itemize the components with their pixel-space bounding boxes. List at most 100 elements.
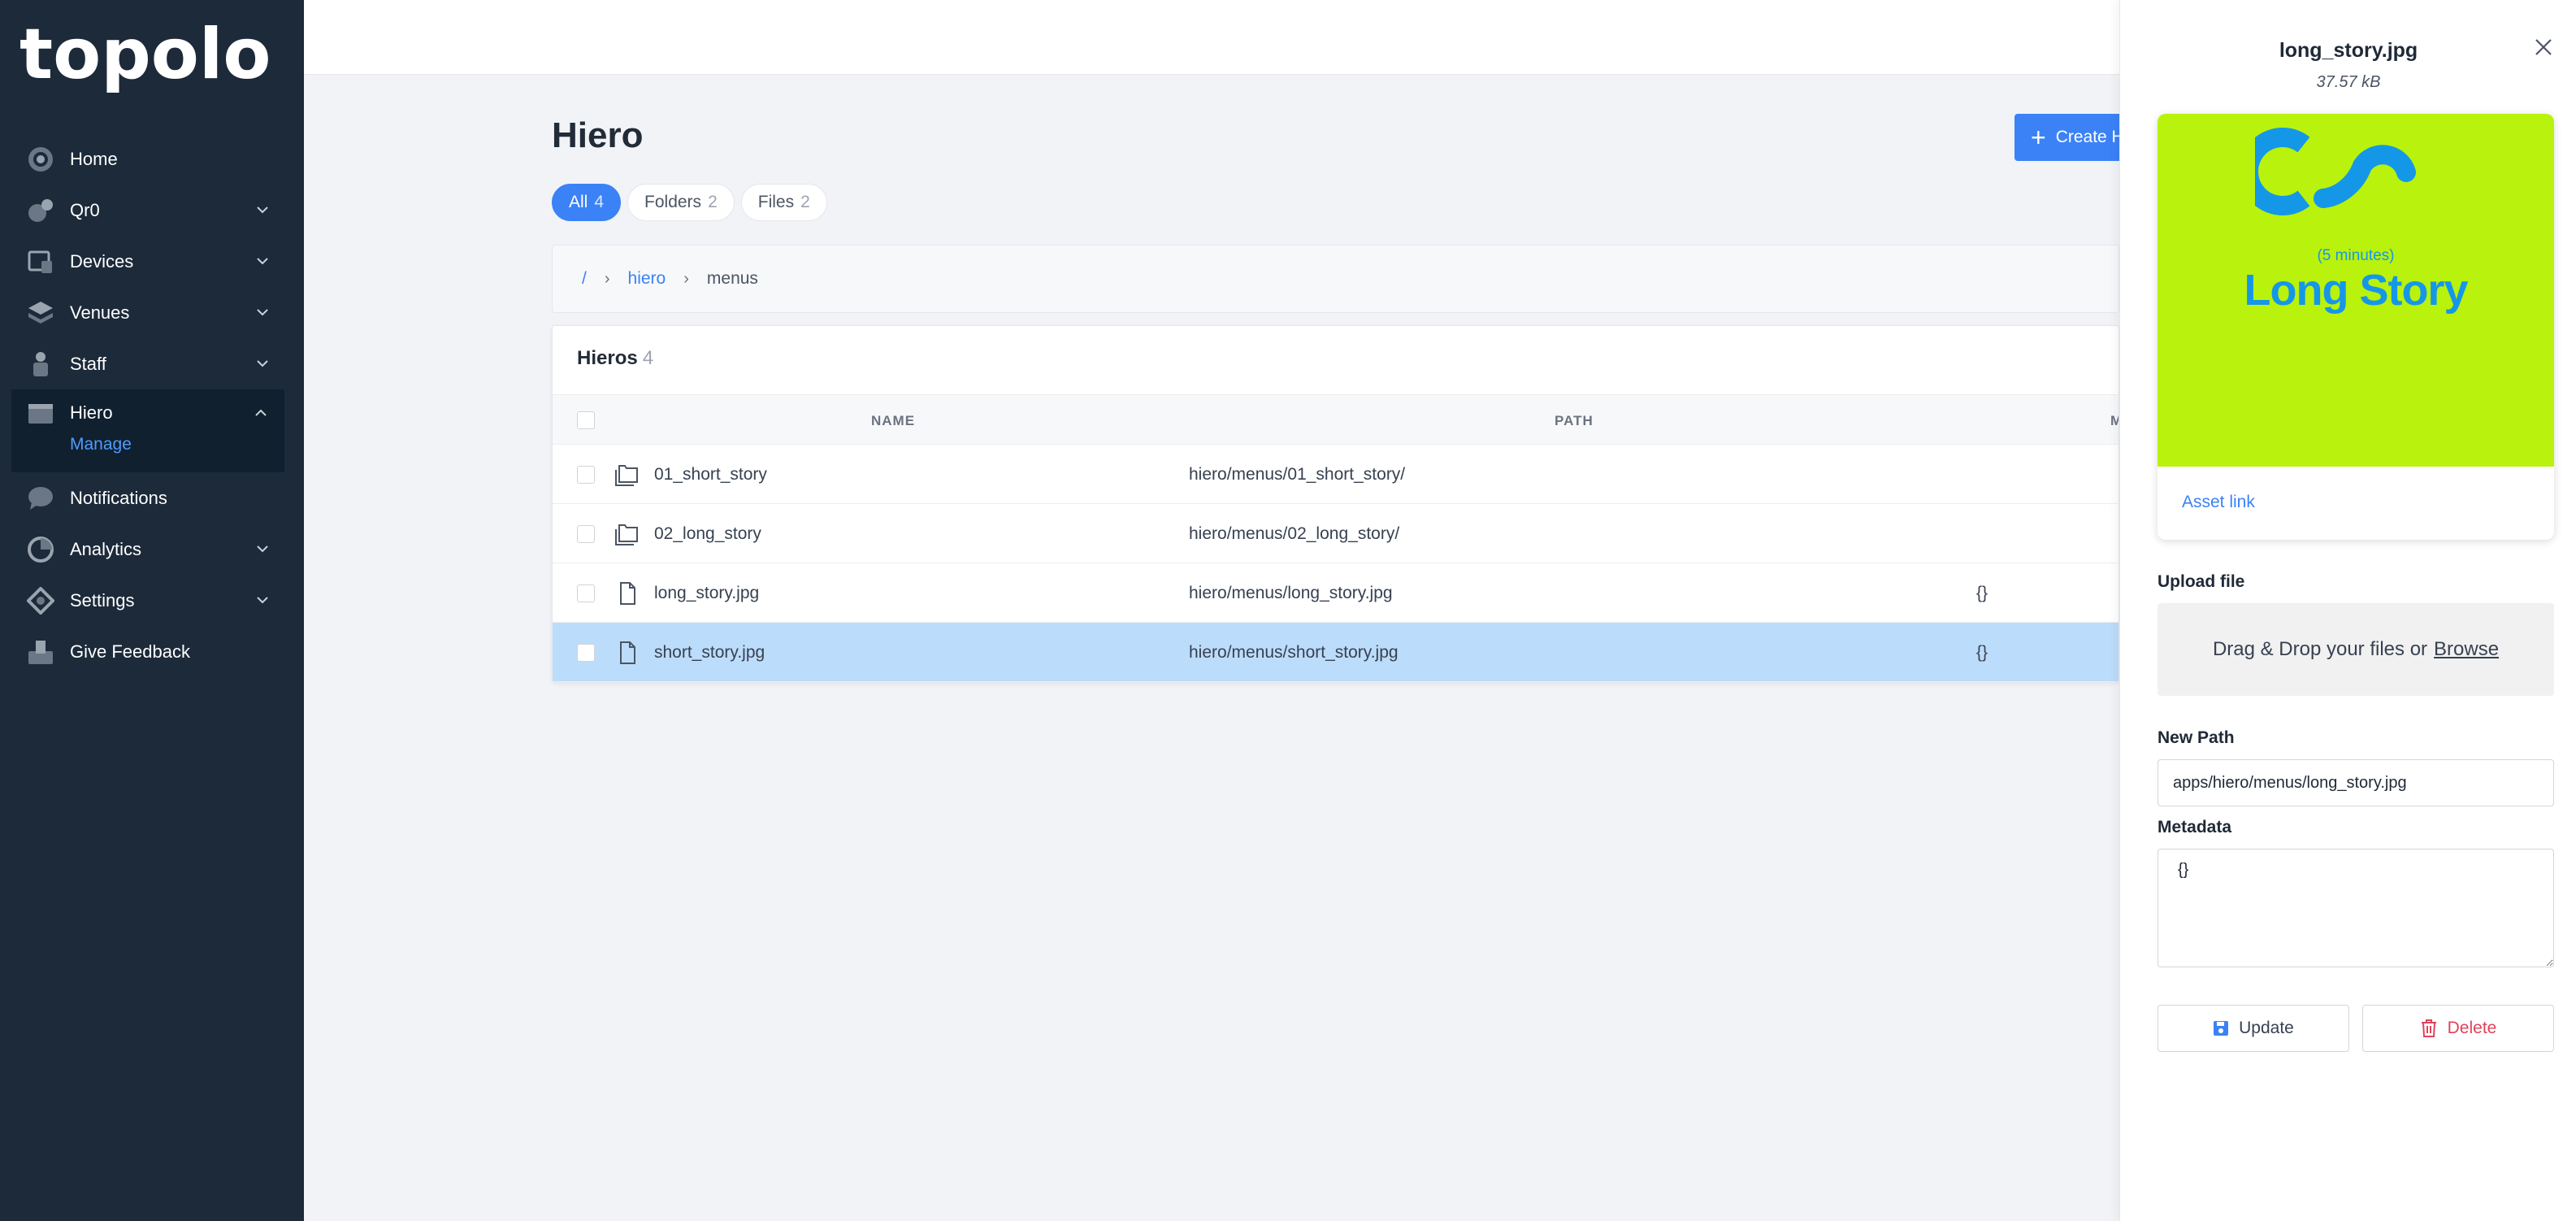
row-name: 01_short_story	[654, 465, 767, 484]
row-path: hiero/menus/02_long_story/	[1189, 524, 1400, 543]
close-icon[interactable]	[2532, 36, 2555, 59]
preview-card: (5 minutes) Long Story Asset link	[2158, 114, 2554, 540]
table-count: 4	[642, 347, 654, 369]
topolo-logo[interactable]: topolo	[20, 20, 280, 93]
preview-subtitle: (5 minutes)	[2317, 247, 2395, 264]
file-detail-drawer: long_story.jpg 37.57 kB (5 minutes) Long…	[2119, 0, 2576, 1221]
table-row[interactable]: short_story.jpg hiero/menus/short_story.…	[553, 623, 2118, 682]
sidebar-item-hiero[interactable]: Hiero	[11, 389, 284, 437]
asset-link[interactable]: Asset link	[2182, 493, 2255, 512]
update-label: Update	[2239, 1019, 2294, 1037]
select-all-checkbox[interactable]	[577, 411, 595, 429]
breadcrumb-current: menus	[706, 269, 758, 288]
table-row[interactable]: long_story.jpg hiero/menus/long_story.jp…	[553, 563, 2118, 623]
sidebar-item-devices[interactable]: Devices	[0, 236, 304, 287]
filter-label: All	[569, 193, 588, 211]
file-icon	[620, 641, 635, 664]
sidebar-item-label: Analytics	[70, 538, 142, 559]
sidebar-item-label: Staff	[70, 353, 106, 374]
row-path: hiero/menus/short_story.jpg	[1189, 643, 1399, 662]
sidebar-item-label: Qr0	[70, 199, 100, 220]
staff-icon	[26, 350, 55, 379]
row-name: short_story.jpg	[654, 643, 765, 662]
row-checkbox[interactable]	[577, 644, 595, 662]
breadcrumb: / › hiero › menus	[552, 245, 2119, 313]
update-button[interactable]: Update	[2158, 1005, 2349, 1052]
filter-folders[interactable]: Folders 2	[627, 184, 735, 221]
breadcrumb-root[interactable]: /	[582, 269, 587, 289]
sidebar-subitem-manage[interactable]: Manage	[70, 435, 132, 454]
filter-all[interactable]: All 4	[552, 184, 622, 221]
top-bar	[304, 0, 2119, 75]
sidebar-item-venues[interactable]: Venues	[0, 287, 304, 338]
row-metadata: {}	[1976, 643, 1988, 662]
sidebar-nav: Home Qr0 Devices Venues Staff Hiero Mana…	[0, 133, 304, 677]
long-story-logo-graphic	[2255, 128, 2416, 215]
folder-icon	[615, 465, 638, 486]
file-icon	[620, 582, 635, 605]
table-row[interactable]: 01_short_story hiero/menus/01_short_stor…	[553, 445, 2118, 504]
save-icon	[2214, 1021, 2229, 1036]
file-dropzone[interactable]: Drag & Drop your files or Browse	[2158, 603, 2554, 696]
row-name: 02_long_story	[654, 524, 761, 543]
chevron-down-icon	[257, 597, 268, 604]
sidebar-item-home[interactable]: Home	[0, 133, 304, 185]
browse-link[interactable]: Browse	[2434, 638, 2499, 661]
sidebar-group-hiero: Hiero Manage	[11, 389, 284, 472]
trash-icon	[2421, 1019, 2436, 1037]
filter-files[interactable]: Files 2	[740, 184, 827, 221]
sidebar-item-analytics[interactable]: Analytics	[0, 524, 304, 575]
analytics-icon	[26, 535, 55, 564]
row-checkbox[interactable]	[577, 466, 595, 484]
upload-file-label: Upload file	[2158, 572, 2245, 591]
chevron-down-icon	[257, 360, 268, 367]
create-button-label: Create H	[2055, 128, 2124, 146]
drawer-file-name: long_story.jpg	[2279, 39, 2418, 62]
table-title-text: Hieros	[577, 347, 638, 369]
row-checkbox[interactable]	[577, 525, 595, 543]
home-icon	[26, 145, 55, 174]
sidebar-item-label: Home	[70, 148, 118, 169]
row-path: hiero/menus/long_story.jpg	[1189, 584, 1393, 602]
filter-label: Files	[757, 193, 795, 211]
sidebar-item-give-feedback[interactable]: Give Feedback	[0, 626, 304, 677]
plus-icon: +	[2031, 123, 2046, 152]
table-row[interactable]: 02_long_story hiero/menus/02_long_story/	[553, 504, 2118, 563]
sidebar-item-label: Venues	[70, 302, 130, 323]
sidebar-item-settings[interactable]: Settings	[0, 575, 304, 626]
filter-count: 4	[594, 193, 605, 211]
row-checkbox[interactable]	[577, 584, 595, 602]
chevron-right-icon: ›	[683, 269, 689, 288]
dropzone-text: Drag & Drop your files or	[2212, 638, 2428, 660]
sidebar-item-staff[interactable]: Staff	[0, 338, 304, 389]
chevron-down-icon	[257, 258, 268, 265]
metadata-label: Metadata	[2158, 818, 2232, 836]
sidebar-item-label: Devices	[70, 250, 134, 272]
row-metadata: {}	[1976, 584, 1988, 602]
chat-bubble-icon	[26, 484, 55, 513]
sidebar-item-label: Settings	[70, 589, 135, 610]
hiero-icon	[26, 398, 55, 428]
chevron-right-icon: ›	[604, 269, 610, 288]
hieros-table: Hieros4 NAME PATH M 01_short_story hiero…	[552, 325, 2119, 683]
column-path[interactable]: PATH	[1555, 413, 1594, 429]
column-metadata[interactable]: M	[2110, 413, 2118, 429]
table-title: Hieros 4	[577, 347, 653, 370]
sidebar-item-notifications[interactable]: Notifications	[0, 472, 304, 524]
column-name[interactable]: NAME	[871, 413, 915, 429]
drawer-file-size: 37.57 kB	[2316, 73, 2381, 91]
chevron-down-icon	[257, 545, 268, 553]
logo-text: topolo	[20, 20, 271, 93]
breadcrumb-hiero[interactable]: hiero	[628, 269, 666, 289]
filter-label: Folders	[644, 193, 702, 211]
row-name: long_story.jpg	[654, 584, 760, 602]
qr-icon	[26, 196, 55, 225]
delete-button[interactable]: Delete	[2362, 1005, 2554, 1052]
new-path-input[interactable]	[2158, 759, 2554, 806]
row-path: hiero/menus/01_short_story/	[1189, 465, 1406, 484]
metadata-textarea[interactable]: {}	[2158, 849, 2554, 967]
feedback-icon	[26, 637, 55, 667]
sidebar-item-label: Hiero	[70, 402, 113, 423]
sidebar-item-qr0[interactable]: Qr0	[0, 185, 304, 236]
filter-count: 2	[708, 193, 718, 211]
